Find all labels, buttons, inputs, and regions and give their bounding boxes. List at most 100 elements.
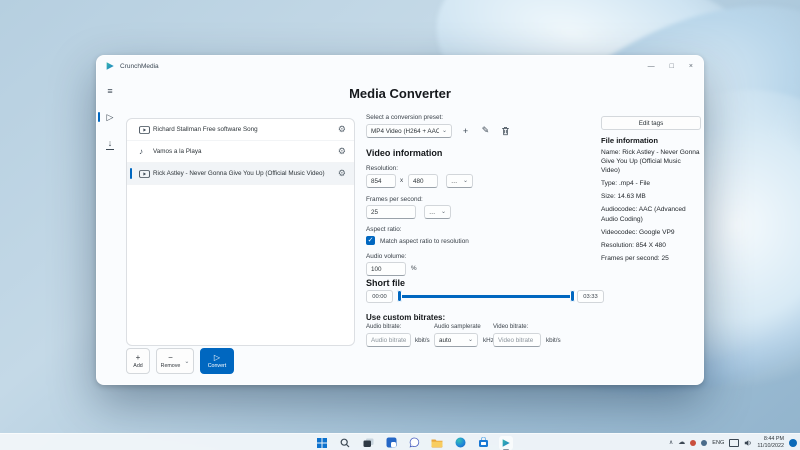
- onedrive-cloud-icon[interactable]: ☁: [678, 439, 685, 446]
- file-row-0[interactable]: Richard Stallman Free software Song ⚙: [127, 119, 354, 141]
- tray-app-icon-1[interactable]: [690, 440, 696, 446]
- trim-end-value[interactable]: 03:33: [577, 290, 604, 303]
- chevron-down-icon: ⌄: [441, 211, 446, 213]
- file-settings-gear-icon[interactable]: ⚙: [338, 169, 346, 178]
- file-row-1[interactable]: ♪ Vamos a la Playa ⚙: [127, 141, 354, 163]
- file-info-panel: Name: Rick Astley - Never Gonna Give You…: [601, 148, 701, 267]
- audio-volume-label: Audio volume:: [366, 253, 407, 260]
- audio-volume-unit: %: [411, 265, 417, 272]
- convert-nav-icon: ▷: [107, 112, 114, 123]
- file-info-heading: File information: [601, 136, 658, 145]
- close-button[interactable]: ×: [689, 63, 693, 70]
- file-explorer-button[interactable]: [430, 436, 444, 450]
- remove-split-chevron-icon[interactable]: ⌄: [184, 358, 189, 365]
- aspect-ratio-checkbox[interactable]: ✓: [366, 236, 375, 245]
- menu-button[interactable]: ≡: [101, 82, 119, 100]
- chat-button[interactable]: [407, 436, 421, 450]
- app-window: CrunchMedia — □ × Media Converter ≡ ▷ ↓: [96, 55, 704, 385]
- file-settings-gear-icon[interactable]: ⚙: [338, 125, 346, 134]
- convert-label: Convert: [208, 363, 227, 369]
- file-info-resolution: Resolution: 854 X 480: [601, 241, 701, 250]
- tray-app-icon-2[interactable]: [701, 440, 707, 446]
- fps-input[interactable]: [366, 205, 416, 219]
- search-button[interactable]: [338, 436, 352, 450]
- edit-preset-button[interactable]: ✎: [479, 124, 492, 137]
- titlebar[interactable]: CrunchMedia — □ ×: [97, 56, 703, 76]
- file-explorer-icon: [431, 438, 443, 448]
- edit-tags-button[interactable]: Edit tags: [601, 116, 701, 130]
- ellipsis-icon: …: [429, 209, 435, 216]
- plus-icon: +: [463, 126, 468, 136]
- start-button[interactable]: [315, 436, 329, 450]
- file-row-2-selected[interactable]: Rick Astley - Never Gonna Give You Up (O…: [127, 163, 354, 185]
- trim-slider-end-handle[interactable]: [570, 290, 575, 302]
- audio-volume-input[interactable]: [366, 262, 406, 276]
- resolution-label: Resolution:: [366, 165, 398, 172]
- download-icon: ↓: [108, 139, 113, 148]
- file-list: Richard Stallman Free software Song ⚙ ♪ …: [126, 118, 355, 346]
- remove-button[interactable]: − Remove ⌄: [156, 348, 194, 374]
- maximize-button[interactable]: □: [670, 63, 674, 70]
- tray-chevron-up-icon[interactable]: ∧: [669, 440, 673, 446]
- trim-start-value[interactable]: 00:00: [366, 290, 393, 303]
- add-preset-button[interactable]: +: [459, 124, 472, 137]
- language-indicator[interactable]: ENG: [712, 440, 724, 446]
- video-bitrate-input[interactable]: [493, 333, 541, 347]
- video-file-icon: [139, 170, 153, 178]
- trim-slider-track[interactable]: [400, 295, 573, 298]
- taskbar: ∧ ☁ ENG 8:44 PM 11/10/2022: [0, 433, 800, 450]
- audio-file-icon: ♪: [139, 147, 153, 156]
- page-title: Media Converter: [97, 86, 703, 101]
- media-converter-app-button[interactable]: [499, 436, 513, 450]
- minus-icon: −: [168, 354, 173, 362]
- convert-button[interactable]: ▷ Convert: [200, 348, 234, 374]
- volume-icon[interactable]: [744, 439, 752, 447]
- hamburger-icon: ≡: [107, 86, 112, 96]
- edge-browser-button[interactable]: [453, 436, 467, 450]
- file-info-size: Size: 14.63 MB: [601, 192, 701, 201]
- resolution-width-input[interactable]: [366, 174, 396, 188]
- check-icon: ✓: [368, 237, 374, 244]
- delete-preset-button[interactable]: [499, 124, 512, 137]
- clock[interactable]: 8:44 PM 11/10/2022: [757, 436, 784, 448]
- task-view-button[interactable]: [361, 436, 375, 450]
- video-bitrate-unit: kbit/s: [546, 337, 561, 344]
- video-info-heading: Video information: [366, 148, 442, 158]
- trim-slider-start-handle[interactable]: [397, 290, 402, 302]
- notification-badge[interactable]: [789, 439, 797, 447]
- file-info-audiocodec: Audiocodec: AAC (Advanced Audio Coding): [601, 205, 701, 223]
- chevron-down-icon: ⌄: [442, 130, 447, 132]
- file-info-videocodec: Videocodec: Google VP9: [601, 228, 701, 237]
- minimize-button[interactable]: —: [648, 63, 655, 70]
- touch-keyboard-icon[interactable]: [729, 439, 739, 447]
- resolution-preset-dropdown[interactable]: … ⌄: [446, 174, 473, 188]
- file-info-name: Name: Rick Astley - Never Gonna Give You…: [601, 148, 701, 175]
- audio-samplerate-dropdown[interactable]: auto ⌄: [434, 333, 478, 347]
- video-bitrate-label: Video bitrate:: [493, 324, 528, 330]
- file-info-fps: Frames per second: 25: [601, 254, 701, 263]
- resolution-height-input[interactable]: [408, 174, 438, 188]
- edge-icon: [455, 437, 466, 448]
- add-button[interactable]: + Add: [126, 348, 150, 374]
- store-button[interactable]: [476, 436, 490, 450]
- nav-item-download[interactable]: ↓: [101, 134, 119, 152]
- widgets-button[interactable]: [384, 436, 398, 450]
- fps-preset-dropdown[interactable]: … ⌄: [424, 205, 451, 219]
- remove-label: Remove: [161, 363, 181, 369]
- aspect-ratio-label: Aspect ratio:: [366, 226, 402, 233]
- plus-icon: +: [136, 354, 141, 362]
- audio-bitrate-input[interactable]: [366, 333, 411, 347]
- play-icon: ▷: [214, 354, 220, 362]
- windows-logo-icon: [317, 438, 327, 448]
- trash-icon: [501, 126, 510, 136]
- ellipsis-icon: …: [451, 178, 457, 185]
- chevron-down-icon: ⌄: [468, 339, 473, 341]
- file-settings-gear-icon[interactable]: ⚙: [338, 147, 346, 156]
- preset-dropdown[interactable]: MP4 Video (H264 + AAC) ⌄: [366, 124, 452, 138]
- nav-item-convert[interactable]: ▷: [101, 108, 119, 126]
- action-bar: + Add − Remove ⌄ ▷ Convert: [126, 348, 234, 374]
- widgets-icon: [386, 437, 397, 448]
- task-view-icon: [363, 438, 374, 448]
- add-label: Add: [133, 363, 142, 369]
- preset-label: Select a conversion preset:: [366, 114, 443, 121]
